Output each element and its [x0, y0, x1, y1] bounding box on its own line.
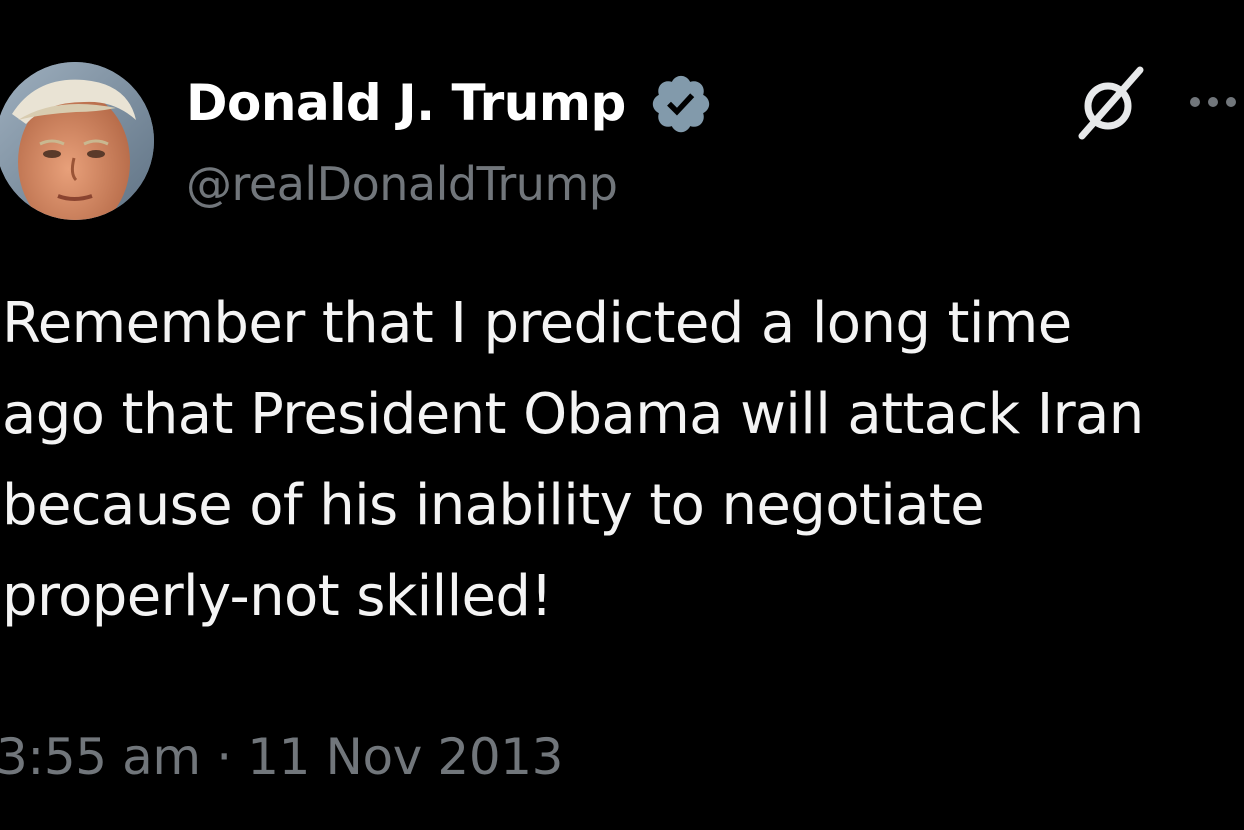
- tweet-text: Remember that I predicted a long time ag…: [2, 278, 1238, 642]
- tweet-text-line: ago that President Obama will attack Ira…: [2, 382, 1144, 447]
- tweet-timestamp: 3:55 am · 11 Nov 2013: [0, 728, 563, 786]
- timestamp-separator: ·: [216, 728, 232, 786]
- grok-icon[interactable]: [1070, 64, 1150, 144]
- avatar[interactable]: [0, 62, 154, 220]
- avatar-image: [0, 62, 154, 220]
- tweet-card: Donald J. Trump @realDonaldTrump Remembe…: [0, 0, 1244, 830]
- tweet-date[interactable]: 11 Nov 2013: [247, 728, 563, 786]
- more-horizontal-icon[interactable]: [1186, 84, 1244, 120]
- tweet-text-line: properly-not skilled!: [2, 564, 553, 629]
- tweet-text-line: because of his inability to negotiate: [2, 473, 985, 538]
- verified-badge-icon[interactable]: [648, 71, 714, 137]
- author-display-name[interactable]: Donald J. Trump: [186, 74, 626, 132]
- tweet-text-line: Remember that I predicted a long time: [2, 291, 1072, 356]
- tweet-time[interactable]: 3:55 am: [0, 728, 201, 786]
- author-handle[interactable]: @realDonaldTrump: [186, 157, 618, 211]
